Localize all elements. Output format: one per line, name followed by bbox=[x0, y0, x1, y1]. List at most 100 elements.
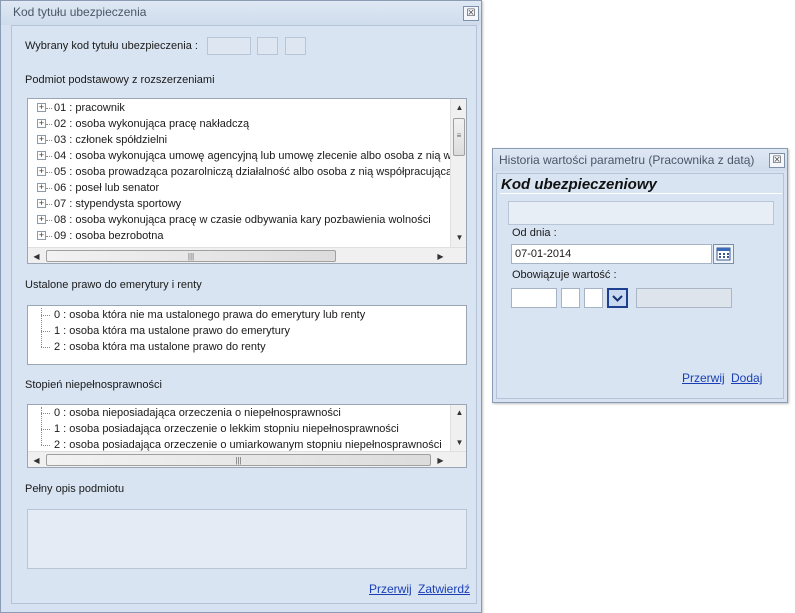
scroll-left-arrow[interactable]: ◀ bbox=[30, 454, 43, 467]
history-window-title: Historia wartości parametru (Pracownika … bbox=[499, 153, 755, 167]
tree-connector bbox=[41, 331, 50, 332]
history-window-titlebar[interactable]: Historia wartości parametru (Pracownika … bbox=[493, 149, 787, 171]
expand-icon[interactable]: + bbox=[37, 119, 46, 128]
close-icon: ☒ bbox=[772, 155, 782, 166]
basic-tree-vscroll[interactable]: ▲ ≡ ▼ bbox=[450, 99, 466, 247]
value-label: Obowiązuje wartość : bbox=[512, 269, 617, 281]
from-date-label: Od dnia : bbox=[512, 227, 557, 239]
tree-item[interactable]: 03 : członek spółdzielni bbox=[54, 132, 167, 148]
scroll-right-arrow[interactable]: ▶ bbox=[434, 454, 447, 467]
tree-item[interactable]: 1 : osoba która ma ustalone prawo do eme… bbox=[54, 323, 290, 339]
basic-tree-hscroll[interactable]: ◀ ||| ▶ bbox=[28, 247, 466, 263]
scroll-down-arrow[interactable]: ▼ bbox=[453, 231, 466, 244]
basic-tree[interactable]: +01 : pracownik +02 : osoba wykonująca pr… bbox=[27, 98, 467, 264]
tree-connector bbox=[41, 413, 50, 414]
tree-item[interactable]: 0 : osoba nieposiadająca orzeczenia o ni… bbox=[54, 405, 341, 421]
disability-tree[interactable]: 0 : osoba nieposiadająca orzeczenia o ni… bbox=[27, 404, 467, 468]
section-disability-label: Stopień niepełnosprawności bbox=[25, 379, 162, 391]
section-basic-label: Podmiot podstawowy z rozszerzeniami bbox=[25, 74, 215, 86]
history-window-close-button[interactable]: ☒ bbox=[769, 153, 785, 168]
selected-code-field-1 bbox=[207, 37, 251, 55]
history-cancel-button[interactable]: Przerwij bbox=[682, 371, 725, 385]
confirm-button[interactable]: Zatwierdź bbox=[418, 582, 470, 596]
expand-icon[interactable]: + bbox=[37, 103, 46, 112]
tree-item[interactable]: 2 : osoba która ma ustalone prawo do ren… bbox=[54, 339, 266, 355]
history-add-button[interactable]: Dodaj bbox=[731, 371, 762, 385]
tree-connector bbox=[41, 315, 50, 316]
grip-icon: ≡ bbox=[456, 131, 462, 140]
value-description-field bbox=[636, 288, 732, 308]
from-date-input[interactable]: 07-01-2014 bbox=[511, 244, 712, 264]
tree-connector bbox=[46, 124, 52, 125]
tree-item[interactable]: 0 : osoba która nie ma ustalonego prawa … bbox=[54, 307, 365, 323]
history-window: Historia wartości parametru (Pracownika … bbox=[492, 148, 788, 403]
tree-item[interactable]: 04 : osoba wykonująca umowę agencyjną lu… bbox=[54, 148, 466, 164]
tree-item[interactable]: 09 : osoba bezrobotna bbox=[54, 228, 163, 244]
tree-connector bbox=[46, 220, 52, 221]
tree-item[interactable]: 08 : osoba wykonująca pracę w czasie odb… bbox=[54, 212, 431, 228]
tree-item[interactable]: 1 : osoba posiadająca orzeczenie o lekki… bbox=[54, 421, 399, 437]
basic-tree-hscroll-thumb[interactable]: ||| bbox=[46, 250, 336, 262]
tree-connector bbox=[41, 308, 42, 347]
scroll-left-arrow[interactable]: ◀ bbox=[30, 250, 43, 263]
disability-tree-vscroll[interactable]: ▲ ▼ bbox=[450, 405, 466, 451]
tree-connector bbox=[41, 429, 50, 430]
value-field-1[interactable] bbox=[511, 288, 557, 308]
tree-connector bbox=[41, 407, 42, 445]
grip-icon: ||| bbox=[187, 252, 195, 261]
tree-connector bbox=[41, 445, 50, 446]
pension-tree[interactable]: 0 : osoba która nie ma ustalonego prawa … bbox=[27, 305, 467, 365]
tree-connector bbox=[46, 108, 52, 109]
disability-tree-hscroll-thumb[interactable]: ||| bbox=[46, 454, 431, 466]
tree-item[interactable]: 05 : osoba prowadząca pozarolniczą dział… bbox=[54, 164, 452, 180]
disability-tree-hscroll[interactable]: ◀ ||| ▶ bbox=[28, 451, 466, 467]
value-dropdown-button[interactable] bbox=[607, 288, 628, 308]
tree-item[interactable]: 02 : osoba wykonująca pracę nakładczą bbox=[54, 116, 249, 132]
main-window-body: Wybrany kod tytułu ubezpieczenia : Podmi… bbox=[11, 25, 477, 604]
expand-icon[interactable]: + bbox=[37, 183, 46, 192]
expand-icon[interactable]: + bbox=[37, 215, 46, 224]
tree-item[interactable]: 07 : stypendysta sportowy bbox=[54, 196, 181, 212]
tree-connector bbox=[46, 156, 52, 157]
scroll-up-arrow[interactable]: ▲ bbox=[453, 406, 466, 419]
expand-icon[interactable]: + bbox=[37, 231, 46, 240]
tree-connector bbox=[46, 204, 52, 205]
tree-connector bbox=[46, 140, 52, 141]
tree-connector bbox=[46, 236, 52, 237]
tree-connector bbox=[46, 188, 52, 189]
header-divider bbox=[500, 193, 782, 194]
tree-item[interactable]: 06 : poseł lub senator bbox=[54, 180, 159, 196]
scroll-up-arrow[interactable]: ▲ bbox=[453, 101, 466, 114]
grip-icon: ||| bbox=[235, 456, 242, 465]
calendar-icon bbox=[716, 247, 731, 261]
cancel-button[interactable]: Przerwij bbox=[369, 582, 412, 596]
selected-code-field-2 bbox=[257, 37, 278, 55]
calendar-button[interactable] bbox=[713, 244, 734, 264]
tree-connector bbox=[46, 172, 52, 173]
main-window-titlebar[interactable]: Kod tytułu ubezpieczenia ☒ bbox=[1, 1, 481, 25]
tree-item[interactable]: 01 : pracownik bbox=[54, 100, 125, 116]
basic-tree-vscroll-thumb[interactable]: ≡ bbox=[453, 118, 465, 156]
close-icon: ☒ bbox=[466, 8, 476, 19]
selected-code-label: Wybrany kod tytułu ubezpieczenia : bbox=[25, 40, 198, 52]
expand-icon[interactable]: + bbox=[37, 167, 46, 176]
chevron-down-icon bbox=[612, 295, 623, 302]
selected-code-field-3 bbox=[285, 37, 306, 55]
expand-icon[interactable]: + bbox=[37, 199, 46, 208]
expand-icon[interactable]: + bbox=[37, 151, 46, 160]
value-field-3[interactable] bbox=[584, 288, 603, 308]
expand-icon[interactable]: + bbox=[37, 135, 46, 144]
history-header: Kod ubezpieczeniowy bbox=[501, 176, 657, 193]
history-info-field bbox=[508, 201, 774, 225]
section-desc-label: Pełny opis podmiotu bbox=[25, 483, 125, 495]
main-window-title: Kod tytułu ubezpieczenia bbox=[13, 5, 147, 19]
value-field-2[interactable] bbox=[561, 288, 580, 308]
section-pension-label: Ustalone prawo do emerytury i renty bbox=[25, 279, 202, 291]
scroll-down-arrow[interactable]: ▼ bbox=[453, 436, 466, 449]
tree-connector bbox=[41, 347, 50, 348]
history-window-body: Kod ubezpieczeniowy Od dnia : 07-01-2014… bbox=[496, 173, 784, 399]
main-window: Kod tytułu ubezpieczenia ☒ Wybrany kod t… bbox=[0, 0, 482, 613]
main-window-close-button[interactable]: ☒ bbox=[463, 6, 479, 21]
description-field[interactable] bbox=[27, 509, 467, 569]
scroll-right-arrow[interactable]: ▶ bbox=[434, 250, 447, 263]
